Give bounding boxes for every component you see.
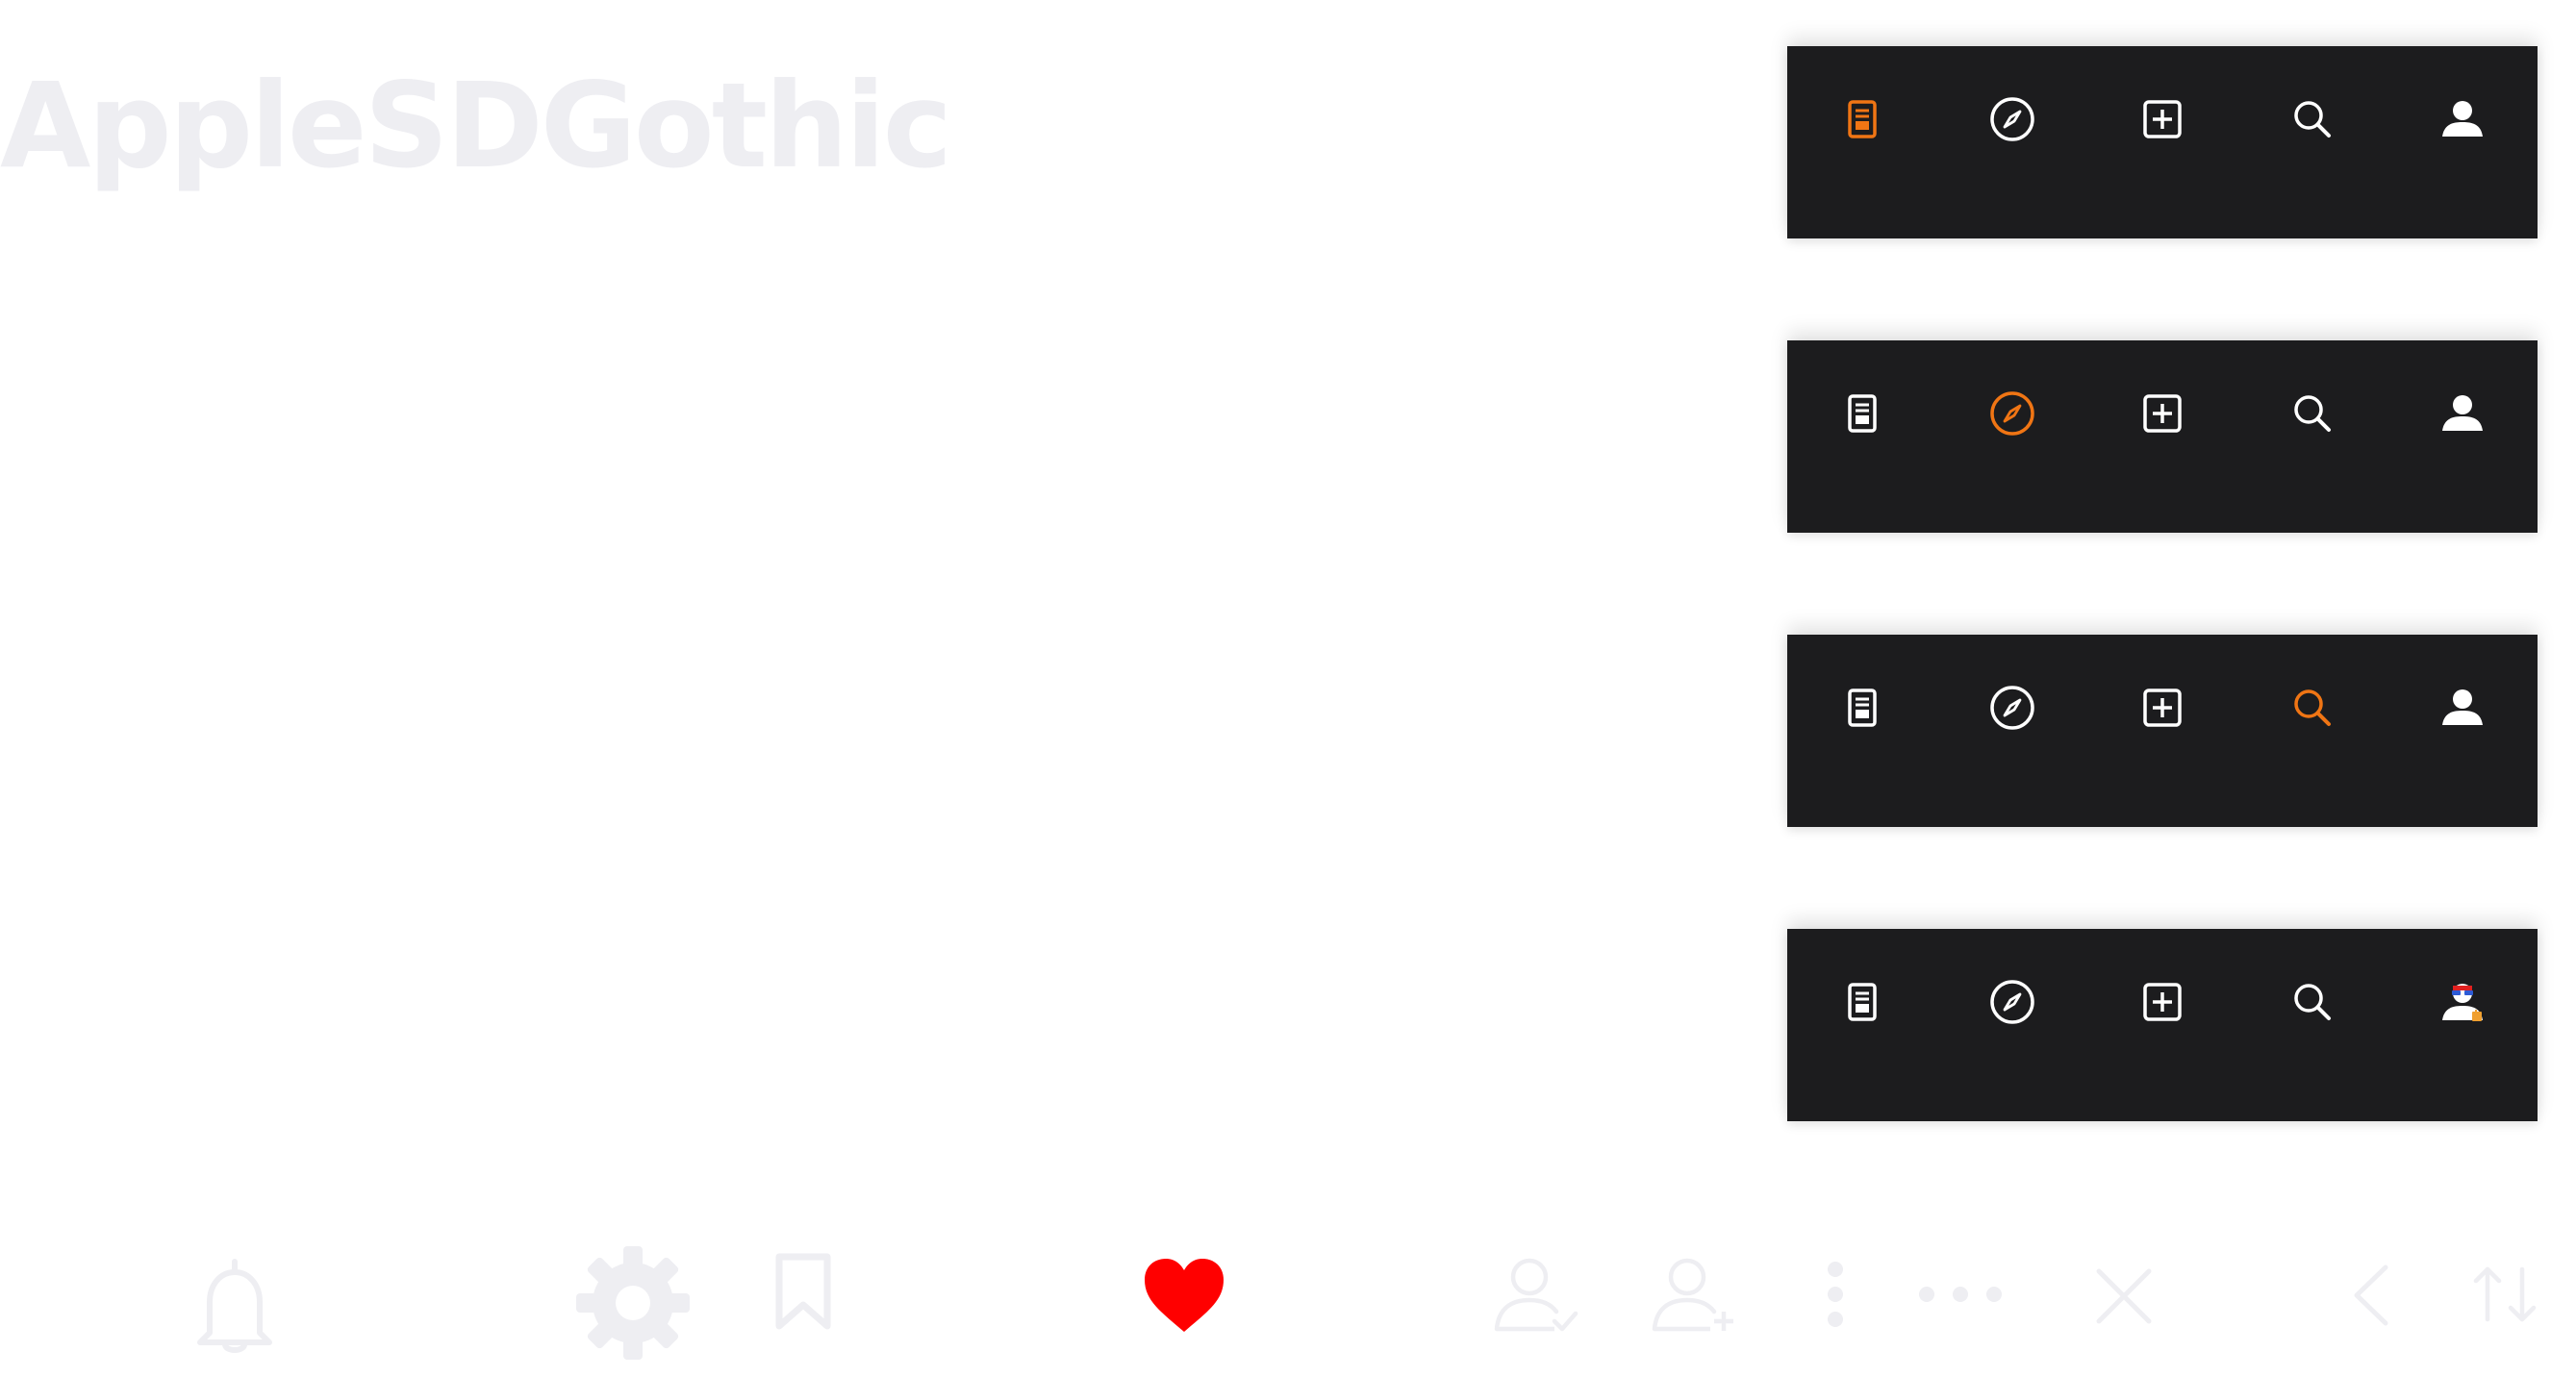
compass-icon[interactable] (1985, 975, 2039, 1029)
add-post-icon[interactable] (2135, 92, 2189, 146)
feed-icon[interactable] (1835, 387, 1889, 440)
chevron-left-icon[interactable] (2351, 1264, 2389, 1327)
bell-icon[interactable] (189, 1256, 281, 1358)
profile-icon[interactable] (2436, 387, 2489, 440)
feed-icon[interactable] (1835, 681, 1889, 735)
add-post-icon[interactable] (2135, 387, 2189, 440)
add-post-icon[interactable] (2135, 975, 2189, 1029)
more-horizontal-icon[interactable] (1917, 1285, 2004, 1304)
profile-icon[interactable] (2436, 92, 2489, 146)
search-icon[interactable] (2286, 387, 2339, 440)
close-icon[interactable] (2095, 1267, 2153, 1325)
bookmark-icon[interactable] (773, 1253, 833, 1332)
feed-icon[interactable] (1835, 92, 1889, 146)
compass-icon[interactable] (1985, 387, 2039, 440)
add-post-icon[interactable] (2135, 681, 2189, 735)
tab-bar-explore-active (1787, 340, 2538, 533)
search-icon[interactable] (2286, 681, 2339, 735)
gear-icon[interactable] (572, 1242, 694, 1364)
profile-icon[interactable] (2436, 681, 2489, 735)
feed-icon[interactable] (1835, 975, 1889, 1029)
sort-icon[interactable] (2470, 1265, 2539, 1323)
font-name-title: AppleSDGothic (0, 58, 952, 194)
user-add-icon[interactable] (1651, 1256, 1737, 1333)
more-vertical-icon[interactable] (1824, 1260, 1847, 1329)
user-check-icon[interactable] (1493, 1256, 1579, 1333)
search-icon[interactable] (2286, 92, 2339, 146)
tab-bar-feed-active (1787, 46, 2538, 238)
avatar-icon[interactable] (2436, 975, 2489, 1029)
tab-bar-profile-avatar (1787, 929, 2538, 1121)
search-icon[interactable] (2286, 975, 2339, 1029)
heart-icon[interactable] (1143, 1257, 1225, 1334)
tab-bar-search-active (1787, 635, 2538, 827)
compass-icon[interactable] (1985, 92, 2039, 146)
compass-icon[interactable] (1985, 681, 2039, 735)
